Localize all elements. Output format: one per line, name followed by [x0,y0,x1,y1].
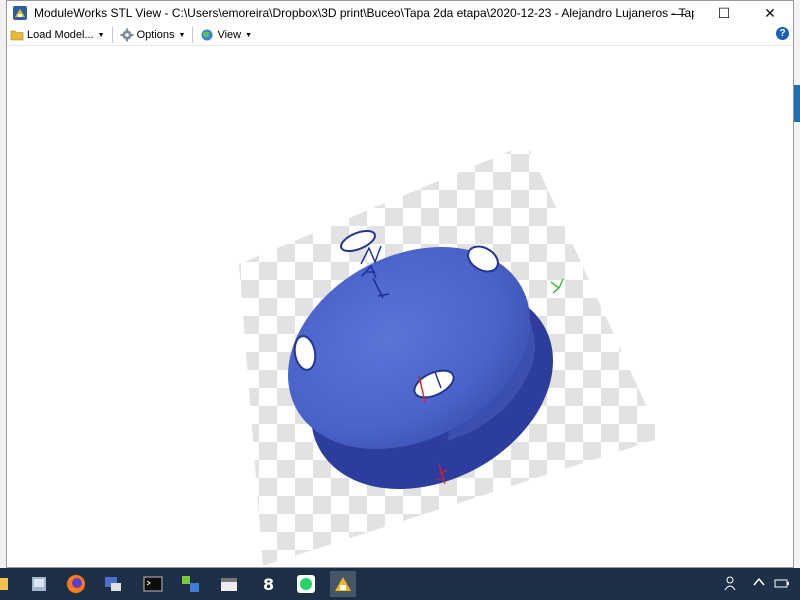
view-button[interactable]: View ▼ [197,26,255,44]
moduleworks-app-icon [12,5,28,21]
window-title: ModuleWorks STL View - C:\Users\emoreira… [34,6,694,20]
chevron-down-icon: ▼ [178,31,186,39]
load-model-label: Load Model... [27,29,94,41]
chevron-down-icon: ▼ [245,31,253,39]
globe-view-icon [200,28,214,42]
file-explorer-icon[interactable] [26,571,52,597]
wifi-icon[interactable] [774,575,792,592]
moduleworks-icon[interactable] [330,571,356,597]
title-bar[interactable]: ModuleWorks STL View - C:\Users\emoreira… [7,1,793,25]
options-label: Options [136,29,175,41]
whatsapp-icon[interactable] [293,571,319,597]
options-button[interactable]: Options ▼ [117,26,189,44]
toolbar-separator [111,27,113,43]
eight-icon[interactable]: 8 [255,571,281,597]
toolbar: Load Model... ▼ Options ▼ View ▼ ? [7,25,793,46]
remote-desktop-icon[interactable] [177,571,203,597]
folder-icon [10,28,24,42]
arrow-up-icon[interactable] [752,575,766,592]
maximize-icon: ☐ [717,4,731,21]
start-edge[interactable] [0,571,26,597]
taskbar: 8 [0,568,800,600]
close-button[interactable]: ✕ [747,1,793,25]
chevron-down-icon: ▼ [97,31,105,39]
firefox-icon[interactable] [63,571,89,597]
maximize-button[interactable]: ☐ [701,1,747,25]
gear-icon [120,28,134,42]
load-model-button[interactable]: Load Model... ▼ [7,26,108,44]
terminal-icon[interactable] [140,571,166,597]
network-icon[interactable] [100,571,126,597]
toolbar-separator [192,27,194,43]
3d-viewport[interactable] [7,46,793,567]
archive-icon[interactable] [216,571,242,597]
minimize-button[interactable]: — [655,1,701,25]
svg-text:8: 8 [263,575,274,594]
scene-canvas[interactable] [7,46,793,567]
stl-view-window: ModuleWorks STL View - C:\Users\emoreira… [6,0,794,568]
close-icon: ✕ [764,4,776,21]
help-icon: ? [779,28,786,39]
view-label: View [217,29,242,41]
help-button[interactable]: ? [776,27,789,40]
people-icon[interactable] [724,575,740,594]
minimize-icon: — [671,5,685,21]
